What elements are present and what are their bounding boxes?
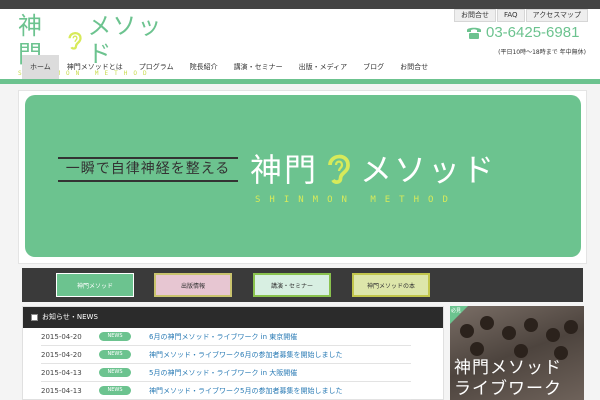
phone-number: 03-6425-6981 [486,24,580,41]
banner-title: 神門メソッド ライブワーク [454,358,562,400]
nav-item-program[interactable]: プログラム [131,55,182,79]
news-square-icon [31,314,38,321]
news-badge: NEWS [99,332,131,341]
top-bar [0,0,600,9]
hero-title: 神門 メソッド [250,145,496,191]
banner-title-line2: ライブワーク [454,379,562,399]
nav-item-contact[interactable]: お問合せ [392,55,436,79]
news-date: 2015-04-13 [41,368,82,377]
news-row: 2015-04-13 NEWS 5月の神門メソッド・ライブワーク in 大阪開催 [41,364,411,382]
phone-contact[interactable]: 03-6425-6981 [466,24,579,41]
nav-item-media[interactable]: 出版・メディア [291,55,356,79]
news-badge: NEWS [99,368,131,377]
util-link-faq[interactable]: FAQ [496,9,525,22]
hero-title-right: メソッド [360,151,497,189]
nav-item-director[interactable]: 院長紹介 [182,55,226,79]
news-date: 2015-04-20 [41,332,82,341]
thumbnail-3[interactable]: 講演・セミナー [253,273,331,297]
news-link[interactable]: 6月の神門メソッド・ライブワーク in 東京開催 [149,332,297,342]
news-date: 2015-04-13 [41,386,82,395]
live-work-banner[interactable]: 必見 神門メソッド ライブワーク [450,306,584,400]
news-date: 2015-04-20 [41,350,82,359]
news-link[interactable]: 神門メソッド・ライブワーク6月の参加者募集を開始しました [149,350,342,360]
news-badge: NEWS [99,350,131,359]
news-panel: お知らせ・NEWS 2015-04-20 NEWS 6月の神門メソッド・ライブワ… [22,306,444,400]
main-nav: ホーム 神門メソッドとは プログラム 院長紹介 講演・セミナー 出版・メディア … [22,55,436,79]
corner-label: 必見 [451,308,462,314]
news-row: 2015-04-20 NEWS 6月の神門メソッド・ライブワーク in 東京開催 [41,328,411,346]
news-link[interactable]: 5月の神門メソッド・ライブワーク in 大阪開催 [149,368,297,378]
nav-item-blog[interactable]: ブログ [355,55,392,79]
news-link[interactable]: 神門メソッド・ライブワーク5月の参加者募集を開始しました [149,386,342,396]
thumbnail-2[interactable]: 出版情報 [154,273,232,297]
hero-title-left: 神門 [250,151,319,189]
news-heading: お知らせ・NEWS [42,313,98,321]
util-link-access[interactable]: アクセスマップ [525,9,588,22]
thumbnail-1[interactable]: 神門メソッド [56,273,134,297]
banner-title-line1: 神門メソッド [454,358,562,378]
news-row: 2015-04-20 NEWS 神門メソッド・ライブワーク6月の参加者募集を開始… [41,346,411,364]
util-link-contact[interactable]: お問合せ [453,9,496,22]
site-logo[interactable]: 神門 メソッド SHINMON METHOD [18,12,178,77]
thumbnail-4[interactable]: 神門メソッドの本 [352,273,430,297]
news-badge: NEWS [99,386,131,395]
news-row: 2015-04-13 NEWS 神門メソッド・ライブワーク5月の参加者募集を開始… [41,382,411,400]
hero-subtitle: SHINMON METHOD [255,195,457,205]
ear-icon [328,154,350,184]
hero-banner[interactable]: 一瞬で自律神経を整える 神門 メソッド SHINMON METHOD [25,95,581,257]
hero-tagline: 一瞬で自律神経を整える [58,157,238,182]
business-hours: (平日10時〜18時まで 年中無休) [498,49,586,56]
nav-item-seminar[interactable]: 講演・セミナー [226,55,291,79]
slider-thumbnails: 神門メソッド 出版情報 講演・セミナー 神門メソッドの本 [22,268,583,302]
phone-icon [467,27,481,39]
utility-links: お問合せ FAQ アクセスマップ [453,9,588,22]
nav-item-home[interactable]: ホーム [22,55,59,79]
news-header: お知らせ・NEWS [23,307,443,328]
ear-icon [68,31,82,50]
nav-item-about[interactable]: 神門メソッドとは [59,55,131,79]
